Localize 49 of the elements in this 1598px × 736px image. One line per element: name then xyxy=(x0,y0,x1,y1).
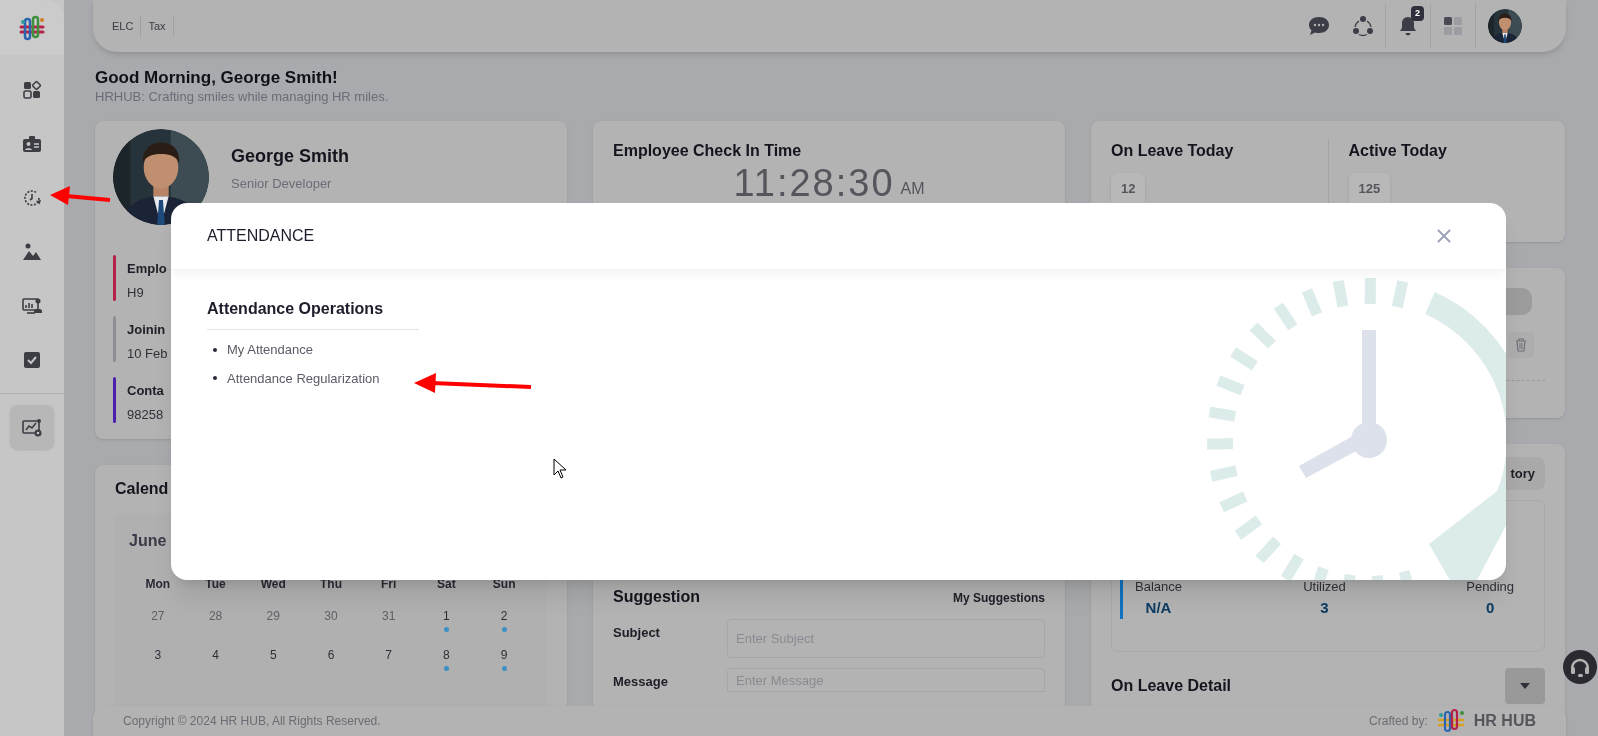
calendar-day[interactable]: 6 xyxy=(327,646,335,664)
my-suggestions-link[interactable]: My Suggestions xyxy=(953,585,1045,607)
calendar-day[interactable]: 5 xyxy=(269,646,277,664)
notification-badge: 2 xyxy=(1411,6,1424,21)
field-label: Message xyxy=(613,673,669,691)
calendar-day[interactable]: 1 xyxy=(443,607,450,625)
detail-value: H9 xyxy=(127,283,145,302)
detail-value: 10 Feb xyxy=(127,344,168,363)
calendar-day[interactable]: 2 xyxy=(500,607,508,625)
calendar-day[interactable]: 4 xyxy=(212,646,219,664)
detail-label: Joinin xyxy=(127,321,167,339)
profile-role: Senior Developer xyxy=(231,175,333,193)
stat-value: 0 xyxy=(1485,597,1495,618)
stat-label: On Leave Today xyxy=(1111,141,1235,161)
section-heading: Attendance Operations xyxy=(207,297,420,330)
notification-button[interactable]: 2 xyxy=(1386,8,1430,44)
detail-label: Emplo xyxy=(127,260,167,278)
on-leave-detail-title: On Leave Detail xyxy=(1111,676,1232,696)
calendar-day[interactable]: 8 xyxy=(443,646,450,664)
stat-value: 3 xyxy=(1320,597,1329,618)
calendar-month: June xyxy=(129,531,168,551)
stat-label: Pending xyxy=(1466,578,1514,596)
menu-link[interactable]: My Attendance xyxy=(227,340,313,360)
copyright-text: Copyright © 2024 HR HUB, All Rights Reserved. xyxy=(123,713,381,730)
crafted-by-label: Crafted by: xyxy=(1369,713,1428,730)
dialog-title: ATTENDANCE xyxy=(207,226,315,246)
stat-label: Balance xyxy=(1135,578,1182,596)
greeting-title: Good Morning, George Smith! xyxy=(95,68,339,88)
clock-meridiem: AM xyxy=(900,179,925,199)
header-link[interactable]: ELC xyxy=(105,15,142,37)
menu-link[interactable]: Attendance Regularization xyxy=(227,368,380,388)
detail-value: 98258 xyxy=(127,405,164,424)
clock-time: 11:28:30 xyxy=(733,163,895,203)
brand-name: HR HUB xyxy=(1473,711,1536,731)
calendar-day[interactable]: 9 xyxy=(500,646,508,664)
greeting-subtitle: HRHUB: Crafting smiles while managing HR miles. xyxy=(95,88,390,105)
header-link[interactable]: Tax xyxy=(141,15,174,37)
calendar-day[interactable]: 3 xyxy=(154,646,162,664)
detail-label: Conta xyxy=(127,382,164,400)
checkin-title: Employee Check In Time xyxy=(613,141,803,161)
field-label: Subject xyxy=(613,624,661,642)
stat-label: Active Today xyxy=(1348,141,1448,161)
profile-name: George Smith xyxy=(231,145,350,168)
suggestion-title: Suggestion xyxy=(613,587,701,607)
stat-label: Utilized xyxy=(1303,578,1346,596)
weekday-label: Mon xyxy=(144,576,172,593)
stat-value: N/A xyxy=(1145,597,1172,618)
calendar-day[interactable]: 7 xyxy=(385,646,393,664)
calendar-title: Calend xyxy=(115,479,170,499)
